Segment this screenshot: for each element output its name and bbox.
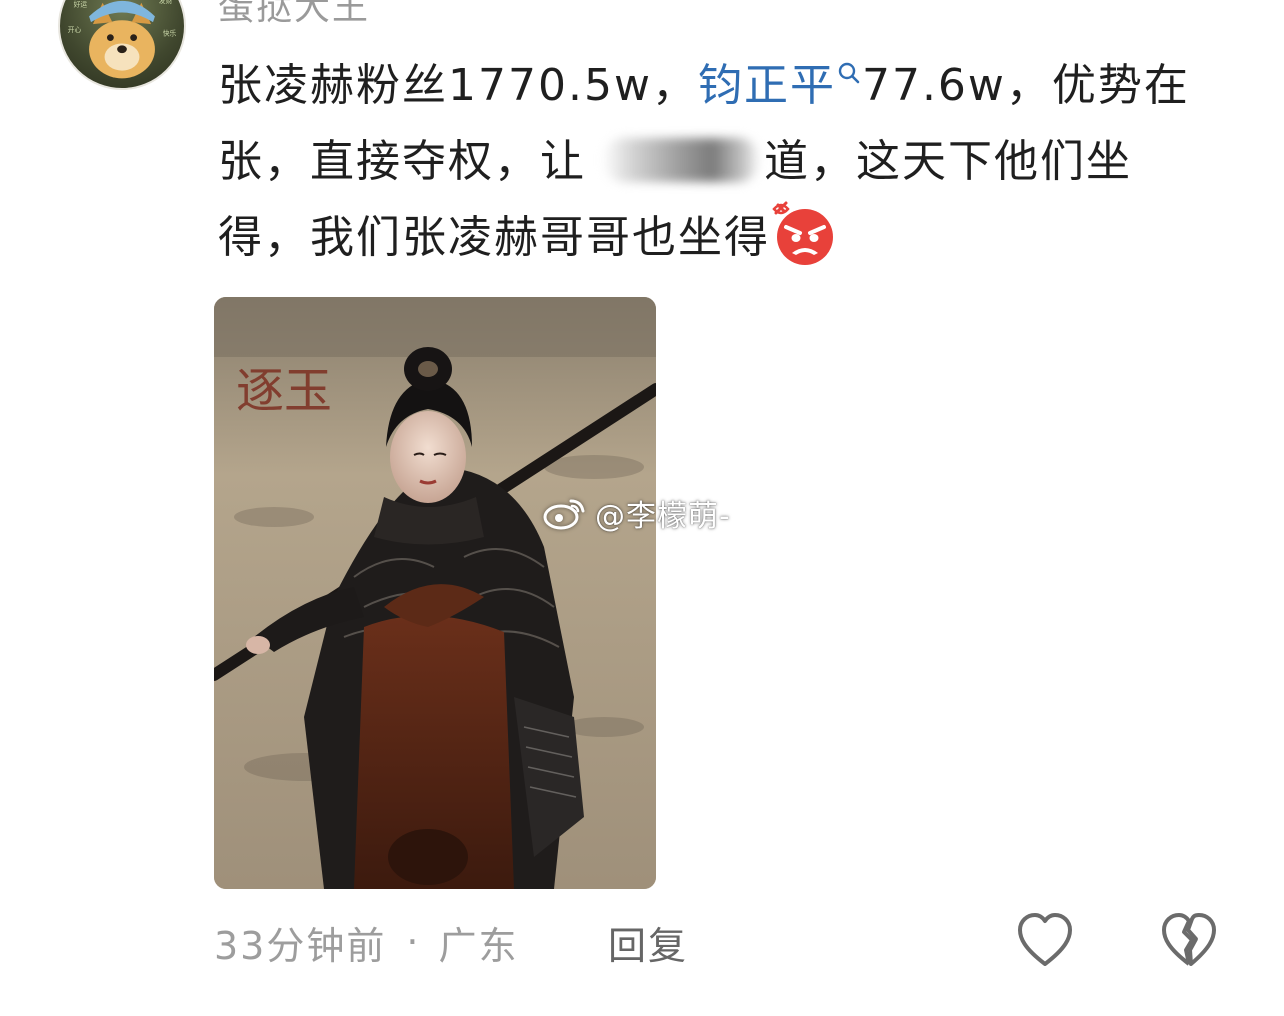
comment-text: 张凌赫粉丝1770.5w，钧正平 77.6w，优势在张，直接夺权，让 道，这天下他… xyxy=(218,48,1198,276)
dog-avatar-image: 好运 发财 开心 快乐 xyxy=(68,0,177,79)
comment-meta: 33分钟前 · 广东 xyxy=(214,914,518,970)
svg-text:开心: 开心 xyxy=(68,26,82,34)
angry-face-emoji-icon xyxy=(770,199,840,269)
search-icon[interactable] xyxy=(836,60,862,86)
svg-text:快乐: 快乐 xyxy=(163,29,177,38)
comment-card: 好运 发财 开心 快乐 蛋挞大王 张凌赫粉丝1770.5w，钧正平 77.6w，优… xyxy=(0,0,1284,1016)
svg-text:发财: 发财 xyxy=(159,0,173,5)
meta-separator: · xyxy=(406,920,421,964)
heart-outline-icon xyxy=(1018,913,1072,966)
image-watermark: @李檬萌- xyxy=(541,493,731,534)
redacted-blur xyxy=(602,138,760,182)
broken-heart-icon xyxy=(1162,913,1216,966)
weibo-logo-icon xyxy=(541,495,587,531)
reply-button[interactable]: 回复 xyxy=(608,914,688,970)
username[interactable]: 蛋挞大王 xyxy=(218,0,370,30)
mention-link[interactable]: 钧正平 xyxy=(698,60,836,111)
watermark-text: @李檬萌- xyxy=(595,499,731,534)
avatar[interactable]: 好运 发财 开心 快乐 xyxy=(58,0,186,90)
comment-image[interactable]: 逐玉 xyxy=(214,297,656,889)
comment-text-part-1: 张凌赫粉丝1770.5w， xyxy=(218,60,698,111)
like-button[interactable] xyxy=(1014,910,1076,972)
comment-time: 33分钟前 xyxy=(214,923,387,968)
comment-location: 广东 xyxy=(438,923,519,968)
dislike-button[interactable] xyxy=(1158,910,1220,972)
calligraphy-title: 逐玉 xyxy=(236,363,332,419)
warrior-on-horse-image: 逐玉 xyxy=(214,297,656,889)
svg-text:好运: 好运 xyxy=(74,0,88,9)
